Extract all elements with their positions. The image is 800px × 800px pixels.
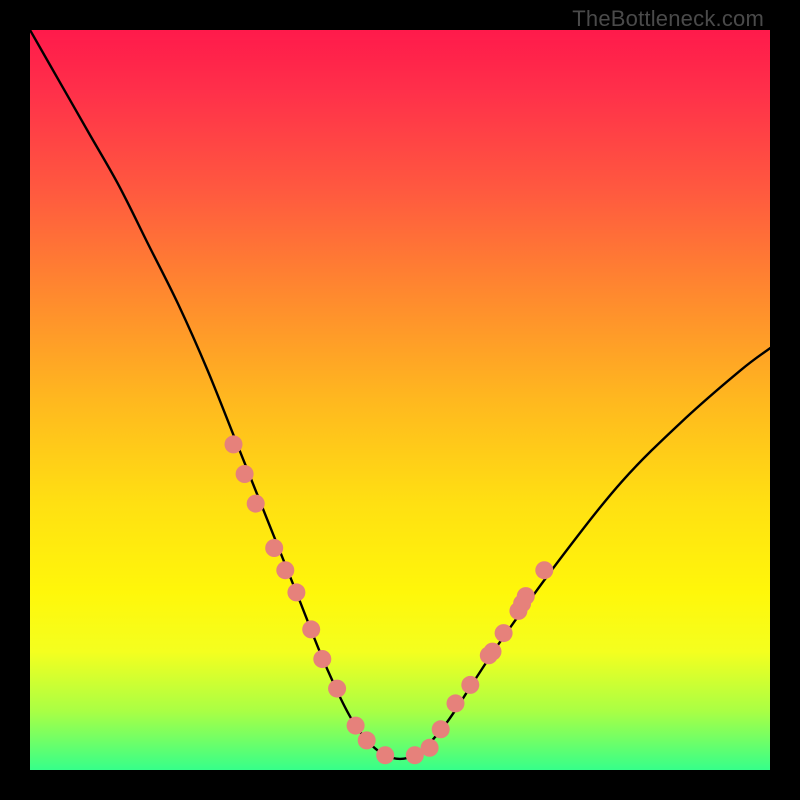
marker-dot: [225, 435, 243, 453]
marker-dot: [347, 717, 365, 735]
marker-dot: [376, 746, 394, 764]
marker-dot: [236, 465, 254, 483]
marker-dot: [358, 731, 376, 749]
highlight-dots: [225, 435, 554, 764]
watermark-text: TheBottleneck.com: [572, 6, 764, 32]
marker-dot: [535, 561, 553, 579]
bottleneck-curve: [30, 30, 770, 759]
marker-dot: [421, 739, 439, 757]
chart-svg: [30, 30, 770, 770]
marker-dot: [287, 583, 305, 601]
chart-frame: TheBottleneck.com: [0, 0, 800, 800]
plot-area: [30, 30, 770, 770]
marker-dot: [265, 539, 283, 557]
marker-dot: [447, 694, 465, 712]
marker-dot: [495, 624, 513, 642]
marker-dot: [484, 643, 502, 661]
marker-dot: [302, 620, 320, 638]
marker-dot: [328, 680, 346, 698]
marker-dot: [247, 495, 265, 513]
marker-dot: [461, 676, 479, 694]
marker-dot: [276, 561, 294, 579]
marker-dot: [313, 650, 331, 668]
marker-dot: [517, 587, 535, 605]
marker-dot: [432, 720, 450, 738]
